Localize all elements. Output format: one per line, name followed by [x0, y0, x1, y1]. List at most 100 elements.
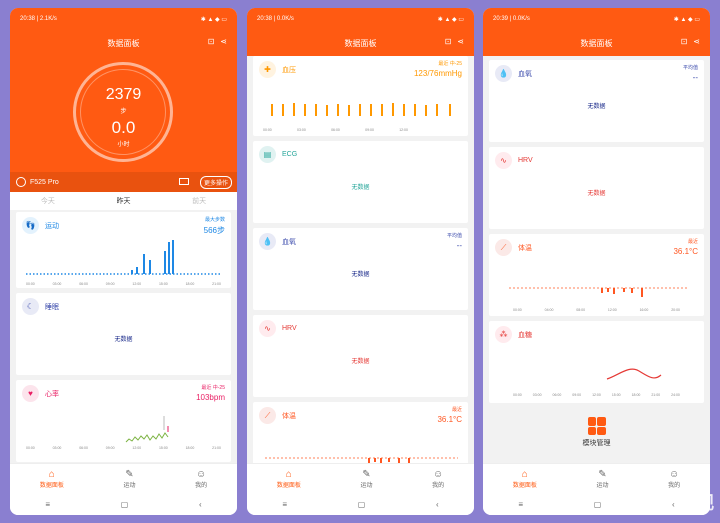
menu-nav-button[interactable]: ≡: [282, 500, 287, 509]
x-tick: 20:00: [671, 308, 680, 312]
card-right-label: 最近 中-25: [201, 385, 225, 391]
heart-rate-card[interactable]: ♥ 心率 最近 中-25 103bpm 00:00 03:00 06:00 09:00…: [16, 380, 231, 462]
x-tick: 06:00: [79, 282, 88, 286]
scan-icon[interactable]: ⊡: [208, 37, 215, 46]
pulse-icon: ∿: [259, 320, 276, 337]
tab-sport[interactable]: ✎ 运动: [360, 469, 372, 489]
x-tick: 03:00: [52, 282, 62, 286]
x-tick: 12:00: [399, 128, 408, 132]
x-tick: 24:00: [671, 393, 680, 397]
no-data-text: 无数据: [587, 104, 606, 110]
x-axis: 00:00 04:00 08:00 12:00 16:00 20:00: [503, 308, 690, 312]
card-right-label: 平均值: [682, 65, 698, 71]
x-tick: 21:00: [212, 446, 221, 450]
hours-unit: 小时: [117, 142, 130, 148]
ecg-icon: ▤: [259, 146, 276, 163]
card-right-label: 最近: [687, 239, 698, 245]
card-title: 血氧: [282, 238, 296, 246]
tab-me[interactable]: ☺ 我的: [195, 469, 207, 489]
tab-sport[interactable]: ✎ 运动: [123, 469, 135, 489]
tab-label: 运动: [360, 482, 373, 489]
card-title: 体温: [282, 412, 296, 420]
thermometer-icon: ⟋: [495, 239, 512, 256]
spo2-card[interactable]: 💧 血氧 平均值 -- 无数据: [253, 228, 468, 310]
status-icons: ✱ ▲ ◆ ▭: [200, 16, 227, 23]
x-axis: 00:00 03:00 06:00 09:00 12:00 15:00 18:00 21:00: [16, 446, 231, 450]
card-title: 血压: [282, 66, 296, 74]
home-nav-button[interactable]: ▢: [594, 500, 602, 509]
hrv-card[interactable]: ∿ HRV 无数据: [489, 147, 704, 229]
x-tick: 00:00: [26, 446, 35, 450]
step-ring-panel: 2379 步 0.0 小时: [10, 56, 237, 172]
card-right-value: 36.1°C: [437, 415, 462, 424]
x-tick: 09:00: [105, 282, 115, 286]
temperature-card[interactable]: ⟋ 体温 最近 36.1°C: [253, 402, 468, 472]
tab-me[interactable]: ☺ 我的: [668, 469, 680, 489]
scan-icon[interactable]: ⊡: [681, 37, 688, 46]
tab-label: 数据面板: [39, 482, 64, 489]
temperature-card[interactable]: ⟋ 体温 最近 36.1°C 00:00 04:00 08:00 12:00 16:00…: [489, 234, 704, 316]
home-icon: ⌂: [48, 468, 55, 480]
tab-label: 我的: [195, 482, 208, 489]
card-right-value: 103bpm: [196, 393, 225, 402]
more-actions-button[interactable]: 更多操作: [199, 176, 232, 189]
card-title: 睡眠: [45, 303, 59, 311]
tab-yesterday[interactable]: 昨天: [116, 196, 130, 206]
x-tick: 09:00: [572, 393, 582, 397]
menu-nav-button[interactable]: ≡: [45, 500, 50, 509]
tab-day-before[interactable]: 前天: [192, 196, 206, 206]
pulse-icon: ∿: [495, 152, 512, 169]
blood-pressure-card[interactable]: ✚ 血压 最近 中-25 123/76mmHg 00:00 03:00 06:00 0…: [253, 56, 468, 136]
x-tick: 12:00: [607, 308, 617, 312]
tab-sport[interactable]: ✎ 运动: [596, 469, 608, 489]
device-bar: F525 Pro 更多操作: [10, 172, 237, 192]
blood-glucose-card[interactable]: ⁂ 血糖 00:00 03:00 06:00 09:00 12:00 15:00 18:00…: [489, 321, 704, 403]
back-nav-button[interactable]: ‹: [199, 500, 202, 509]
card-title: 心率: [45, 390, 59, 398]
step-chart: [26, 240, 221, 275]
status-bar: 20:38 | 2.1K/s ✱ ▲ ◆ ▭: [10, 8, 237, 30]
status-time: 20:38 | 0.0K/s: [257, 16, 294, 22]
share-icon[interactable]: ⋖: [457, 37, 464, 46]
page-title: 数据面板: [580, 38, 613, 48]
bottom-tab-bar: ⌂ 数据面板 ✎ 运动 ☺ 我的: [247, 463, 474, 493]
moon-icon: ☾: [22, 298, 39, 315]
thermometer-icon: ⟋: [259, 407, 276, 424]
x-tick: 00:00: [263, 128, 272, 132]
tab-me[interactable]: ☺ 我的: [432, 469, 444, 489]
x-tick: 18:00: [185, 446, 195, 450]
tab-today[interactable]: 今天: [41, 196, 55, 206]
card-title: HRV: [518, 157, 533, 164]
scan-icon[interactable]: ⊡: [445, 37, 452, 46]
x-tick: 00:00: [513, 308, 522, 312]
card-title: 血氧: [518, 70, 532, 78]
home-nav-button[interactable]: ▢: [121, 500, 129, 509]
card-right-label: 平均值: [446, 233, 462, 239]
home-nav-button[interactable]: ▢: [358, 500, 366, 509]
tab-dashboard[interactable]: ⌂ 数据面板: [40, 469, 64, 489]
ecg-card[interactable]: ▤ ECG 无数据: [253, 141, 468, 223]
tab-dashboard[interactable]: ⌂ 数据面板: [277, 469, 301, 489]
x-tick: 03:00: [52, 446, 62, 450]
x-tick: 18:00: [631, 393, 641, 397]
x-tick: 04:00: [544, 308, 554, 312]
card-title: HRV: [282, 325, 297, 332]
hrv-card[interactable]: ∿ HRV 无数据: [253, 315, 468, 397]
sport-card[interactable]: 👣 运动 最大步数 566步 00:00 03:00 06:00 09:00 12:00…: [16, 212, 231, 288]
spo2-card[interactable]: 💧 血氧 平均值 -- 无数据: [489, 60, 704, 142]
share-icon[interactable]: ⋖: [693, 37, 700, 46]
module-management-button[interactable]: 模块管理: [483, 417, 710, 448]
tab-label: 我的: [668, 482, 681, 489]
x-tick: 09:00: [365, 128, 374, 132]
share-icon[interactable]: ⋖: [220, 37, 227, 46]
module-label: 模块管理: [582, 440, 611, 447]
x-tick: 12:00: [132, 446, 142, 450]
x-tick: 21:00: [651, 393, 661, 397]
sleep-card[interactable]: ☾ 睡眠 无数据: [16, 293, 231, 375]
back-nav-button[interactable]: ‹: [436, 500, 439, 509]
x-tick: 15:00: [611, 393, 621, 397]
tab-dashboard[interactable]: ⌂ 数据面板: [513, 469, 537, 489]
x-tick: 21:00: [212, 282, 221, 286]
page-title: 数据面板: [344, 38, 377, 48]
menu-nav-button[interactable]: ≡: [518, 500, 523, 509]
